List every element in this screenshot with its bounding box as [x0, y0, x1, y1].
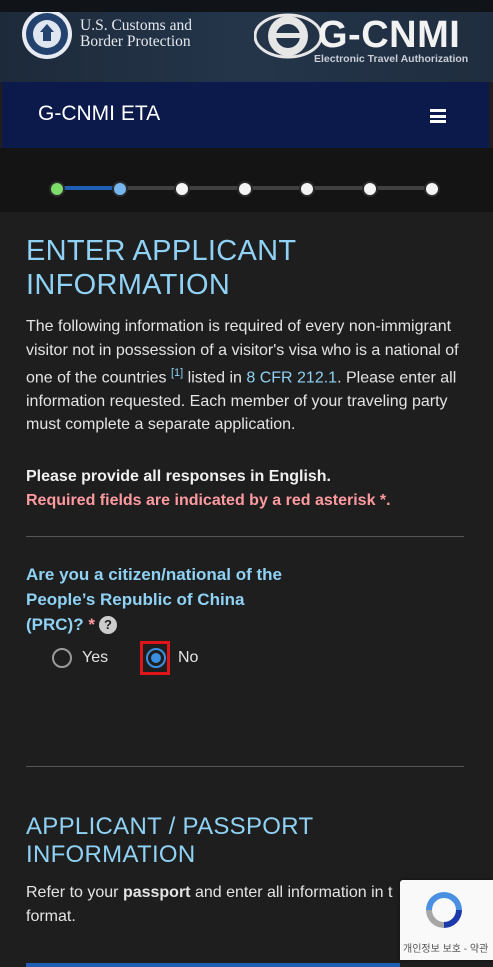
agency-name: U.S. Customs and Border Protection: [80, 18, 192, 50]
progress-step-4: [237, 181, 253, 197]
agency-line-1: U.S. Customs and: [80, 17, 192, 34]
divider: [26, 766, 464, 767]
brand-subtitle: Electronic Travel Authorization: [314, 53, 469, 65]
hamburger-bar: [430, 109, 446, 112]
top-strip: [0, 0, 493, 12]
passport-text-line-2: format.: [26, 907, 76, 925]
progress-fill: [58, 186, 120, 190]
section-heading-passport: APPLICANT / PASSPORT INFORMATION: [26, 813, 464, 869]
dhs-seal-icon: [22, 12, 72, 59]
recaptcha-badge[interactable]: 개인정보 보호 - 약관: [400, 880, 493, 960]
prc-question: Are you a citizen/national of the People…: [26, 562, 286, 637]
radio-no[interactable]: [146, 648, 166, 668]
passport-text-line-1: Refer to your passport and enter all inf…: [26, 881, 464, 905]
recaptcha-footer[interactable]: 개인정보 보호 - 약관: [403, 940, 488, 955]
nav-title[interactable]: G-CNMI ETA: [38, 102, 160, 126]
hamburger-bar: [430, 120, 446, 123]
required-asterisk: *: [88, 615, 95, 634]
bottom-accent-bar: [26, 963, 400, 967]
radio-no-label[interactable]: No: [178, 649, 198, 667]
hamburger-bar: [430, 114, 446, 118]
progress-tracker: [0, 148, 493, 212]
radio-yes[interactable]: [52, 648, 72, 668]
intro-paragraph: The following information is required of…: [26, 315, 464, 437]
intro-text-2: listed in: [183, 369, 247, 387]
passport-text-after: and enter all information in t: [190, 884, 393, 901]
heading-line-1: APPLICANT / PASSPORT: [26, 813, 314, 840]
regulation-link[interactable]: 8 CFR 212.1: [246, 369, 337, 386]
section-heading-applicant: ENTER APPLICANT INFORMATION: [26, 234, 464, 302]
heading-line-2: INFORMATION: [26, 841, 196, 868]
progress-step-2: [112, 181, 128, 197]
passport-text-before: Refer to your: [26, 884, 123, 901]
heading-line-1: ENTER APPLICANT: [26, 235, 297, 267]
required-note: Required fields are indicated by a red a…: [26, 492, 391, 509]
passport-bold: passport: [122, 884, 191, 901]
divider: [26, 536, 464, 537]
progress-step-5: [299, 181, 315, 197]
progress-step-6: [362, 181, 378, 197]
heading-line-2: INFORMATION: [26, 269, 231, 301]
navbar: G-CNMI ETA: [2, 82, 489, 148]
help-icon[interactable]: ?: [98, 616, 117, 634]
recaptcha-icon: [426, 892, 462, 928]
radio-yes-label[interactable]: Yes: [82, 649, 108, 667]
header-banner: U.S. Customs and Border Protection G-CNM…: [0, 12, 493, 82]
question-label: Are you a citizen/national of the People…: [26, 565, 282, 634]
english-note: Please provide all responses in English.: [26, 468, 331, 485]
hamburger-menu-icon[interactable]: [430, 109, 446, 123]
agency-line-2: Border Protection: [80, 33, 191, 50]
progress-step-1: [49, 181, 65, 197]
brand-title: G-CNMI: [318, 14, 461, 56]
passport-instructions: Refer to your passport and enter all inf…: [26, 881, 464, 928]
progress-step-7: [424, 181, 440, 197]
footnote-link[interactable]: [1]: [171, 367, 183, 379]
progress-step-3: [174, 181, 190, 197]
